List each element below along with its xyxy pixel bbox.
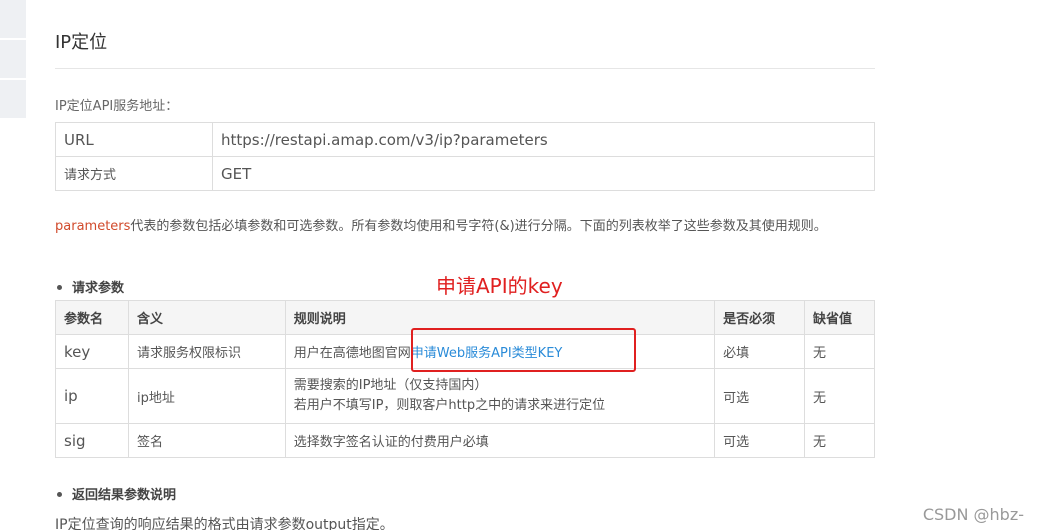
method-key: 请求方式 [55,156,213,191]
header-param-name: 参数名 [55,300,129,335]
url-table: URL https://restapi.amap.com/v3/ip?param… [55,122,875,191]
annotation-label: 申请API的key [436,274,563,298]
rule-line: 需要搜索的IP地址（仅支持国内） [293,378,488,393]
param-meaning: 请求服务权限标识 [127,334,286,369]
parameters-highlight: parameters [55,219,131,234]
description: parameters代表的参数包括必填参数和可选参数。所有参数均使用和号字符(&… [55,213,865,240]
section-return-params: 返回结果参数说明 [55,484,176,503]
method-value: GET [212,156,875,191]
page-title: IP定位 [55,32,108,53]
param-default: 无 [804,334,875,369]
param-rule: 需要搜索的IP地址（仅支持国内） 若用户不填写IP，则取客户http之中的请求来进… [284,368,716,424]
param-name: key [55,334,129,369]
table-row: ip ip地址 需要搜索的IP地址（仅支持国内） 若用户不填写IP，则取客户htt… [55,368,875,424]
title-divider [55,68,875,69]
section-request-params: 请求参数 [55,277,124,296]
param-rule: 选择数字签名认证的付费用户必填 [284,423,716,458]
footer-text: IP定位查询的响应结果的格式由请求参数output指定。 [55,517,394,530]
rail-tab[interactable] [0,40,26,78]
description-text: 代表的参数包括必填参数和可选参数。所有参数均使用和号字符(&)进行分隔。下面的列… [130,219,827,234]
service-label: IP定位API服务地址： [55,99,179,114]
param-meaning: 签名 [127,423,286,458]
rule-line: 若用户不填写IP，则取客户http之中的请求来进行定位 [293,398,606,413]
section-request-label: 请求参数 [72,281,125,296]
table-row: sig 签名 选择数字签名认证的付费用户必填 可选 无 [55,423,875,458]
rule-prefix: 用户在高德地图官网 [293,346,411,361]
header-meaning: 含义 [127,300,286,335]
left-rail [0,0,26,118]
watermark: CSDN @hbz- [922,505,1024,524]
param-required: 可选 [714,368,806,424]
table-row: 请求方式 GET [55,156,875,191]
rail-tab[interactable] [0,80,26,118]
url-key: URL [55,122,213,157]
bullet-dot-icon [57,492,62,497]
table-row: URL https://restapi.amap.com/v3/ip?param… [55,122,875,157]
param-name: sig [55,423,129,458]
param-required: 可选 [714,423,806,458]
header-required: 是否必须 [714,300,806,335]
param-name: ip [55,368,129,424]
param-required: 必填 [714,334,806,369]
rail-tab[interactable] [0,0,26,38]
param-table: 参数名 含义 规则说明 是否必须 缺省值 key 请求服务权限标识 用户在高德地… [55,300,875,458]
param-default: 无 [804,368,875,424]
bullet-dot-icon [57,285,62,290]
header-default: 缺省值 [804,300,875,335]
param-meaning: ip地址 [127,368,286,424]
annotation-highlight-box [411,328,636,372]
param-default: 无 [804,423,875,458]
url-value: https://restapi.amap.com/v3/ip?parameter… [212,122,875,157]
section-return-label: 返回结果参数说明 [72,488,177,503]
